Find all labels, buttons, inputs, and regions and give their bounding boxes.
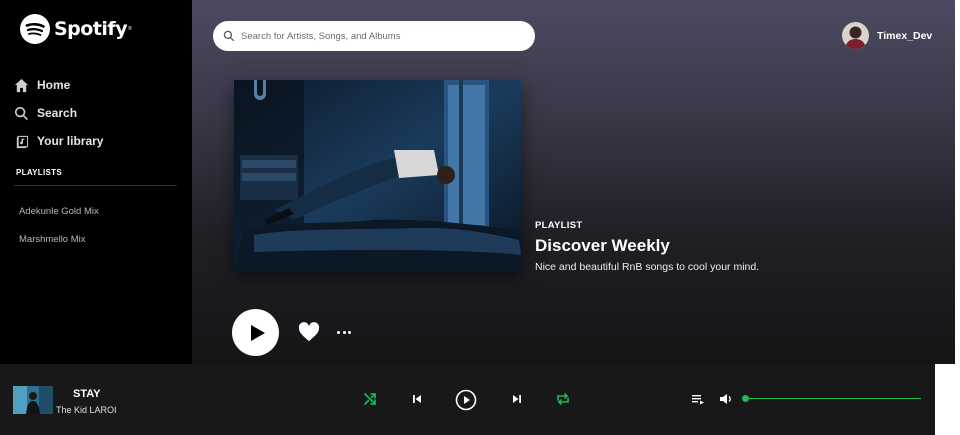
repeat-button[interactable] bbox=[554, 390, 572, 408]
play-circle-icon bbox=[455, 389, 477, 411]
playlist-list: Adekunle Gold Mix Marshmello Mix bbox=[19, 200, 99, 256]
avatar-image bbox=[842, 22, 869, 49]
playlist-item[interactable]: Marshmello Mix bbox=[19, 228, 99, 256]
next-button[interactable] bbox=[508, 390, 526, 408]
playlist-description: Nice and beautiful RnB songs to cool you… bbox=[535, 261, 760, 273]
repeat-icon bbox=[557, 393, 569, 405]
playlist-cover-image bbox=[234, 80, 521, 271]
logo-wordmark: Spotify bbox=[54, 18, 128, 40]
main-nav: Home Search Your library bbox=[14, 71, 103, 155]
nav-home[interactable]: Home bbox=[14, 71, 103, 99]
nav-search-label: Search bbox=[37, 106, 78, 120]
now-playing-art bbox=[13, 386, 53, 414]
heart-icon bbox=[298, 322, 320, 342]
more-dot bbox=[337, 330, 340, 334]
playlist-title: Discover Weekly bbox=[535, 236, 670, 255]
spotify-app: Spotify ® Home Search Your library PLAYL… bbox=[0, 0, 955, 435]
volume-slider-handle[interactable] bbox=[742, 395, 749, 402]
trademark-mark: ® bbox=[128, 26, 132, 32]
skip-next-icon bbox=[513, 395, 521, 403]
play-pause-button[interactable] bbox=[455, 389, 477, 411]
volume-icon bbox=[720, 394, 731, 404]
volume-slider-track[interactable] bbox=[746, 398, 921, 399]
previous-button[interactable] bbox=[408, 390, 426, 408]
playlists-header: PLAYLISTS bbox=[16, 168, 62, 177]
user-menu[interactable]: Timex_Dev bbox=[842, 22, 932, 49]
library-icon bbox=[14, 135, 29, 148]
more-dot bbox=[342, 330, 346, 334]
queue-button[interactable] bbox=[689, 390, 707, 408]
shuffle-button[interactable] bbox=[361, 390, 379, 408]
spotify-logo[interactable]: Spotify ® bbox=[20, 14, 132, 44]
volume-button[interactable] bbox=[717, 390, 735, 408]
nav-home-label: Home bbox=[37, 78, 71, 92]
nav-library[interactable]: Your library bbox=[14, 127, 103, 155]
spotify-logo-icon bbox=[20, 14, 50, 44]
player-bar: STAY The Kid LAROI bbox=[0, 364, 935, 435]
home-icon bbox=[14, 78, 29, 92]
playlist-cover bbox=[234, 80, 521, 271]
sidebar: Spotify ® Home Search Your library PLAYL… bbox=[0, 0, 192, 364]
avatar bbox=[842, 22, 869, 49]
username: Timex_Dev bbox=[877, 29, 933, 42]
play-playlist-button[interactable] bbox=[232, 309, 279, 356]
search-icon bbox=[223, 30, 235, 42]
nav-library-label: Your library bbox=[37, 134, 104, 148]
shuffle-icon bbox=[364, 393, 376, 405]
now-playing-title[interactable]: STAY bbox=[73, 388, 101, 400]
window-edge bbox=[935, 364, 955, 435]
skip-previous-icon bbox=[413, 395, 421, 403]
search-icon bbox=[14, 106, 28, 120]
main-content: Timex_Dev bbox=[192, 0, 955, 364]
play-icon bbox=[251, 324, 265, 341]
now-playing-artist[interactable]: The Kid LAROI bbox=[56, 405, 117, 415]
more-options-button[interactable] bbox=[337, 322, 351, 342]
more-dot bbox=[348, 330, 351, 334]
nav-search[interactable]: Search bbox=[14, 99, 103, 127]
playlist-queue-icon bbox=[692, 395, 704, 405]
now-playing-art-image bbox=[13, 386, 53, 414]
playlist-type: PLAYLIST bbox=[535, 220, 583, 231]
search-input[interactable] bbox=[241, 30, 521, 42]
playlist-info: PLAYLIST Discover Weekly Nice and beauti… bbox=[535, 220, 759, 273]
like-button[interactable] bbox=[298, 322, 320, 342]
search-bar[interactable] bbox=[213, 21, 535, 51]
playlists-divider bbox=[14, 185, 177, 186]
playlist-item[interactable]: Adekunle Gold Mix bbox=[19, 200, 99, 228]
